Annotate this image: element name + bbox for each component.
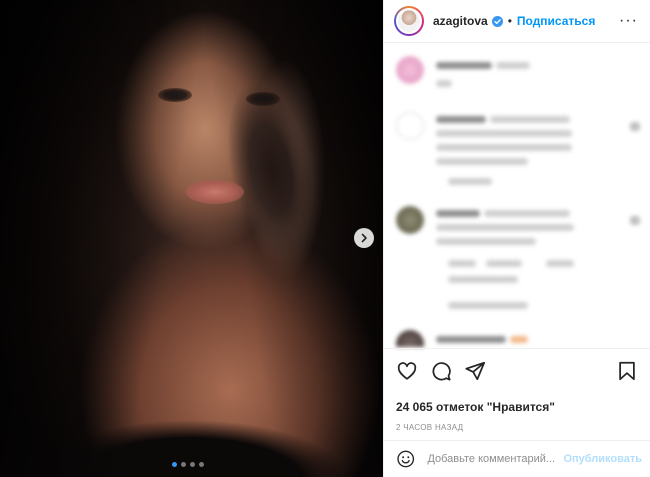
paper-plane-icon[interactable] (464, 360, 486, 382)
follow-button[interactable]: Подписаться (517, 14, 595, 28)
comment-item (396, 206, 640, 316)
bookmark-icon[interactable] (616, 360, 638, 382)
verified-badge-icon (491, 15, 503, 27)
more-options-button[interactable]: ··· (619, 13, 638, 29)
carousel-next-button[interactable] (354, 228, 374, 248)
comment-composer: Опубликовать (384, 440, 650, 477)
post-photo[interactable] (0, 0, 383, 477)
comment-item (396, 112, 640, 192)
emoji-smile-icon[interactable] (396, 449, 415, 469)
post-header: azagitova • Подписаться ··· (384, 0, 650, 43)
carousel-indicator (172, 462, 204, 467)
chevron-right-icon (361, 233, 367, 243)
carousel-dot (199, 462, 204, 467)
carousel-dot (190, 462, 195, 467)
header-separator: • (507, 14, 512, 28)
comment-icon[interactable] (430, 360, 452, 382)
post-timestamp[interactable]: 2 часов назад (396, 423, 638, 432)
carousel-dot (181, 462, 186, 467)
likes-count[interactable]: 24 065 отметок "Нравится" (396, 400, 638, 414)
post-actions: 24 065 отметок "Нравится" 2 часов назад (384, 348, 650, 438)
post-side-panel: azagitova • Подписаться ··· 24 065 отмет… (383, 0, 650, 477)
caption-item (396, 56, 640, 96)
author-avatar[interactable] (394, 6, 424, 36)
post-comment-button[interactable]: Опубликовать (563, 453, 642, 465)
author-username[interactable]: azagitova (433, 14, 488, 28)
comments-list[interactable] (384, 44, 650, 347)
carousel-dot (172, 462, 177, 467)
comment-input[interactable] (427, 453, 564, 465)
heart-icon[interactable] (396, 360, 418, 382)
comment-item (396, 330, 640, 347)
photo-veil (0, 0, 383, 477)
